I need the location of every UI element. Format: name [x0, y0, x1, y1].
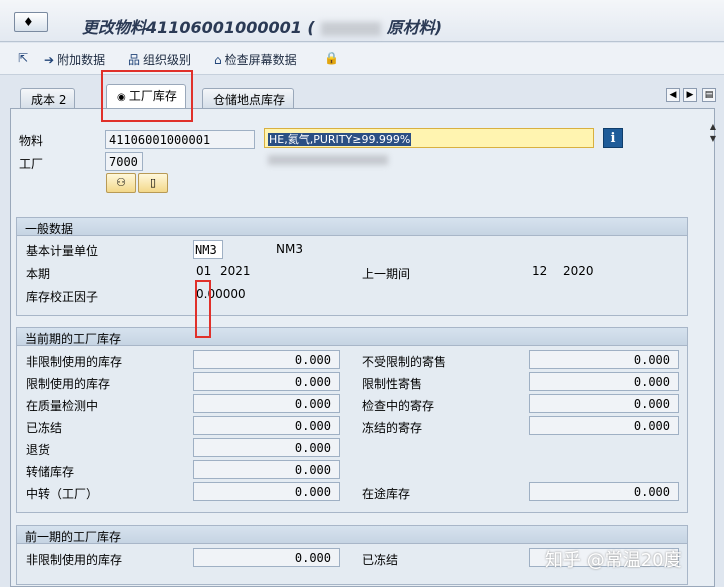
consignment-inspection-label: 检查中的寄存: [362, 399, 435, 413]
info-icon[interactable]: i: [603, 128, 623, 148]
current-period-year: 2021: [220, 264, 251, 278]
quality-inspection-label: 在质量检测中: [26, 399, 99, 413]
group-title: 前一期的工厂库存: [17, 526, 687, 544]
tab-label: 成本 2: [31, 93, 67, 107]
in-transit-plant-label: 中转（工厂）: [26, 487, 99, 501]
tab-label: 仓储地点库存: [213, 93, 286, 107]
tab-list-icon[interactable]: ▤: [702, 88, 716, 102]
scroll-down-icon[interactable]: ▼: [706, 134, 720, 146]
correction-factor-label: 库存校正因子: [26, 290, 99, 304]
blocked-consignment-label: 冻结的寄存: [362, 421, 423, 435]
org-levels-label: 组织级别: [143, 53, 192, 67]
arrow-right-icon: ➔: [44, 53, 55, 67]
highlight-box-tab: [101, 70, 193, 122]
material-label: 物料: [19, 134, 44, 148]
org-levels-icon[interactable]: ⚇: [106, 173, 136, 193]
blocked-consignment-field[interactable]: 0.000: [529, 416, 679, 435]
plant-label: 工厂: [19, 157, 44, 171]
quality-inspection-field[interactable]: 0.000: [193, 394, 340, 413]
vertical-scrollbar[interactable]: ▲ ▼: [706, 122, 720, 582]
redacted-text: [320, 21, 381, 36]
tab-prev-icon[interactable]: ◀: [666, 88, 680, 102]
new-entries-button[interactable]: ⇱: [18, 51, 31, 65]
lock-button[interactable]: 🔒: [324, 51, 342, 65]
restricted-consignment-field[interactable]: 0.000: [529, 372, 679, 391]
unrestricted-stock-field[interactable]: 0.000: [193, 350, 340, 369]
transfer-stock-label: 转储库存: [26, 465, 75, 479]
window-title: 更改物料41106001000001 ( 原材料): [82, 14, 442, 38]
group-title: 一般数据: [17, 218, 687, 236]
in-transit-plant-field[interactable]: 0.000: [193, 482, 340, 501]
tab-next-icon[interactable]: ▶: [683, 88, 697, 102]
current-period-month: 01: [196, 264, 212, 278]
title-suffix: 原材料): [386, 18, 443, 37]
hierarchy-icon: 品: [128, 53, 141, 67]
check-icon: ⌂: [214, 53, 222, 67]
additional-data-button[interactable]: ➔ 附加数据: [44, 51, 105, 68]
base-uom-field[interactable]: NM3: [193, 240, 223, 259]
scroll-up-icon[interactable]: ▲: [706, 122, 720, 134]
returns-field[interactable]: 0.000: [193, 438, 340, 457]
plant-field[interactable]: 7000: [105, 152, 143, 171]
redacted-text: [268, 155, 388, 165]
unrestricted-stock-label: 非限制使用的库存: [26, 355, 123, 369]
highlight-box-factor: [195, 280, 211, 338]
additional-data-label: 附加数据: [57, 53, 106, 67]
material-description-text: HE,氦气,PURITY≥99.999%: [268, 133, 412, 146]
prev-blocked-label: 已冻结: [362, 553, 399, 567]
check-screen-data-label: 检查屏幕数据: [224, 53, 297, 67]
stock-in-transit-label: 在途库存: [362, 487, 411, 501]
transfer-stock-field[interactable]: 0.000: [193, 460, 340, 479]
title-prefix: 更改物料41106001000001 (: [82, 18, 315, 37]
document-icon[interactable]: ▯: [138, 173, 168, 193]
check-screen-data-button[interactable]: ⌂ 检查屏幕数据: [214, 51, 297, 68]
title-bar: ♦ 更改物料41106001000001 ( 原材料): [0, 0, 724, 42]
prev-unrestricted-field[interactable]: 0.000: [193, 548, 340, 567]
unrestricted-consignment-field[interactable]: 0.000: [529, 350, 679, 369]
org-levels-button[interactable]: 品组织级别: [128, 51, 191, 68]
material-field[interactable]: 41106001000001: [105, 130, 255, 149]
prev-period-year: 2020: [563, 264, 594, 278]
transaction-icon[interactable]: ♦: [14, 12, 48, 32]
restricted-consignment-label: 限制性寄售: [362, 377, 423, 391]
prev-period-month: 12: [532, 264, 548, 278]
material-description-field[interactable]: HE,氦气,PURITY≥99.999%: [264, 128, 594, 148]
restricted-stock-field[interactable]: 0.000: [193, 372, 340, 391]
prev-period-label: 上一期间: [362, 267, 411, 281]
watermark: 知乎 @常温20度: [545, 550, 682, 571]
export-icon: ⇱: [18, 51, 29, 65]
stock-in-transit-field[interactable]: 0.000: [529, 482, 679, 501]
prev-unrestricted-label: 非限制使用的库存: [26, 553, 123, 567]
restricted-stock-label: 限制使用的库存: [26, 377, 111, 391]
blocked-stock-label: 已冻结: [26, 421, 63, 435]
blocked-stock-field[interactable]: 0.000: [193, 416, 340, 435]
tab-cost-2[interactable]: 成本 2: [20, 88, 76, 108]
unrestricted-consignment-label: 不受限制的寄售: [362, 355, 447, 369]
base-uom-label: 基本计量单位: [26, 244, 99, 258]
tab-storage-location-stock[interactable]: 仓储地点库存: [202, 88, 295, 108]
group-title: 当前期的工厂库存: [17, 328, 687, 346]
returns-label: 退货: [26, 443, 51, 457]
current-period-label: 本期: [26, 267, 51, 281]
lock-icon: 🔒: [324, 51, 339, 65]
consignment-inspection-field[interactable]: 0.000: [529, 394, 679, 413]
base-uom-text: NM3: [276, 242, 303, 256]
